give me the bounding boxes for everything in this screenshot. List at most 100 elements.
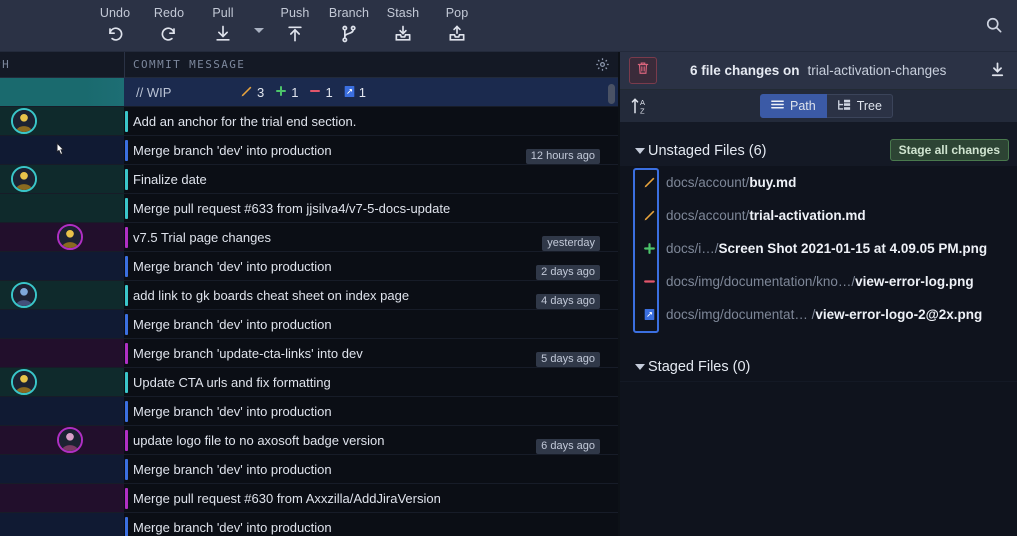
branch-color-bar	[125, 227, 128, 248]
main-toolbar: Undo Redo Pull Push Branch Stash Pop	[0, 0, 1017, 52]
commit-message-column-label: COMMIT MESSAGE	[133, 58, 246, 71]
commit-row[interactable]: add link to gk boards cheat sheet on ind…	[0, 281, 618, 310]
commit-row[interactable]: Merge branch 'dev' into production	[0, 513, 618, 536]
download-icon[interactable]	[988, 61, 1007, 85]
pop-button[interactable]: Pop	[430, 0, 484, 52]
file-row[interactable]: docs/account/trial-activation.md	[620, 199, 1017, 232]
wip-stat-count: 1	[358, 85, 366, 100]
pull-button[interactable]: Pull	[196, 0, 250, 52]
tree-icon	[837, 99, 851, 114]
sort-alpha-icon[interactable]: A Z	[630, 95, 650, 122]
mouse-cursor	[52, 140, 68, 160]
commit-timestamp: 4 days ago	[536, 294, 600, 309]
push-button[interactable]: Push	[268, 0, 322, 52]
pull-dropdown-button[interactable]	[250, 0, 268, 52]
avatar-image	[13, 110, 35, 132]
commit-row[interactable]: Merge branch 'dev' into production	[0, 310, 618, 339]
avatar-gold[interactable]	[57, 224, 83, 250]
file-row[interactable]: docs/account/buy.md	[620, 166, 1017, 199]
unstaged-section-header: Unstaged Files (6) Stage all changes	[620, 136, 1017, 166]
file-directory: docs/img/documentation/kno…/	[666, 274, 856, 289]
commit-row[interactable]: Merge branch 'dev' into production	[0, 455, 618, 484]
gear-icon[interactable]	[595, 57, 610, 77]
commit-message: Merge branch 'dev' into production	[133, 259, 332, 274]
discard-all-button[interactable]	[629, 57, 657, 84]
trash-icon	[636, 60, 650, 81]
file-directory: docs/account/	[666, 175, 750, 190]
wip-stats: 3 1 1 1	[240, 78, 373, 107]
stash-button[interactable]: Stash	[376, 0, 430, 52]
commit-row[interactable]: Merge branch 'update-cta-links' into dev	[0, 339, 618, 368]
commit-row[interactable]: Merge pull request #633 from jjsilva4/v7…	[0, 194, 618, 223]
wip-stat-count: 1	[291, 85, 299, 100]
avatar-blue[interactable]	[11, 282, 37, 308]
search-icon	[984, 15, 1004, 40]
file-row[interactable]: docs/i…/Screen Shot 2021-01-15 at 4.09.0…	[620, 232, 1017, 265]
commit-row[interactable]: Merge branch 'dev' into production	[0, 397, 618, 426]
commit-message: Update CTA urls and fix formatting	[133, 375, 331, 390]
file-directory: docs/img/documentat… /	[666, 307, 816, 322]
commit-message: Merge branch 'dev' into production	[133, 462, 332, 477]
redo-icon	[159, 23, 179, 45]
staged-file-list[interactable]	[620, 382, 1017, 536]
changes-header: 6 file changes on trial-activation-change…	[620, 52, 1017, 90]
undo-label: Undo	[99, 6, 131, 20]
branch-color-bar	[125, 459, 128, 480]
file-path: docs/img/documentation/kno…/view-error-l…	[666, 265, 974, 298]
branch-color-bar	[125, 140, 128, 161]
file-row[interactable]: docs/img/documentat… /view-error-logo-2@…	[620, 298, 1017, 331]
file-path: docs/account/buy.md	[666, 166, 796, 199]
pencil-icon	[240, 85, 253, 101]
commit-message: Merge pull request #630 from Axxzilla/Ad…	[133, 491, 441, 506]
commit-row[interactable]: Merge pull request #630 from Axxzilla/Ad…	[0, 484, 618, 513]
stash-label: Stash	[386, 6, 420, 20]
commit-row[interactable]: Finalize date	[0, 165, 618, 194]
avatar-gold[interactable]	[11, 108, 37, 134]
commit-graph-cell	[0, 194, 124, 223]
commit-row[interactable]: Merge branch 'dev' into production	[0, 252, 618, 281]
branch-color-bar	[125, 111, 128, 132]
staged-collapse-toggle[interactable]	[635, 364, 645, 370]
file-changes-count: 6 file changes on	[690, 63, 800, 78]
branch-color-bar	[125, 285, 128, 306]
commit-graph-cell	[0, 252, 124, 281]
undo-button[interactable]: Undo	[88, 0, 142, 52]
commit-row[interactable]: update logo file to no axosoft badge ver…	[0, 426, 618, 455]
file-row[interactable]: docs/img/documentation/kno…/view-error-l…	[620, 265, 1017, 298]
commit-message: update logo file to no axosoft badge ver…	[133, 433, 385, 448]
file-status-renamed-icon	[638, 298, 660, 331]
graph-column-header: RAPH COMMIT MESSAGE	[0, 52, 618, 78]
file-path: docs/img/documentat… /view-error-logo-2@…	[666, 298, 982, 331]
avatar-gold[interactable]	[11, 369, 37, 395]
avatar-pink[interactable]	[57, 427, 83, 453]
commit-timestamp: 6 days ago	[536, 439, 600, 454]
file-changes-pane: 6 file changes on trial-activation-change…	[620, 52, 1017, 536]
commit-rows[interactable]: // WIP 3 1 1 1 Add an anchor for the trial en…	[0, 78, 618, 536]
view-mode-tree[interactable]: Tree	[826, 94, 893, 118]
avatar-image	[59, 226, 81, 248]
commit-list-scrollbar[interactable]	[608, 84, 615, 104]
avatar-gold[interactable]	[11, 166, 37, 192]
stage-all-changes-button[interactable]: Stage all changes	[889, 139, 1009, 161]
wip-stat-pencil: 3	[240, 85, 264, 101]
commit-row[interactable]: Update CTA urls and fix formatting	[0, 368, 618, 397]
view-mode-tree-label: Tree	[856, 99, 882, 113]
push-icon	[285, 23, 305, 45]
redo-button[interactable]: Redo	[142, 0, 196, 52]
commit-graph-cell	[0, 513, 124, 536]
toolbar-buttons: Undo Redo Pull Push Branch Stash Pop	[88, 0, 484, 52]
chevron-down-icon	[254, 28, 264, 33]
view-mode-path[interactable]: Path	[760, 94, 827, 118]
commit-row[interactable]: v7.5 Trial page changes	[0, 223, 618, 252]
wip-row[interactable]: // WIP 3 1 1 1	[0, 78, 618, 107]
pop-icon	[447, 23, 467, 45]
unstaged-collapse-toggle[interactable]	[635, 148, 645, 154]
branch-button[interactable]: Branch	[322, 0, 376, 52]
changes-toolbar: A Z Path Tree	[620, 90, 1017, 122]
commit-row[interactable]: Add an anchor for the trial end section.	[0, 107, 618, 136]
file-name: view-error-log.png	[855, 274, 974, 289]
commit-timestamp: 2 days ago	[536, 265, 600, 280]
search-button[interactable]	[977, 12, 1011, 42]
branch-color-bar	[125, 169, 128, 190]
unstaged-file-list[interactable]: docs/account/buy.md docs/account/trial-ac…	[620, 166, 1017, 381]
